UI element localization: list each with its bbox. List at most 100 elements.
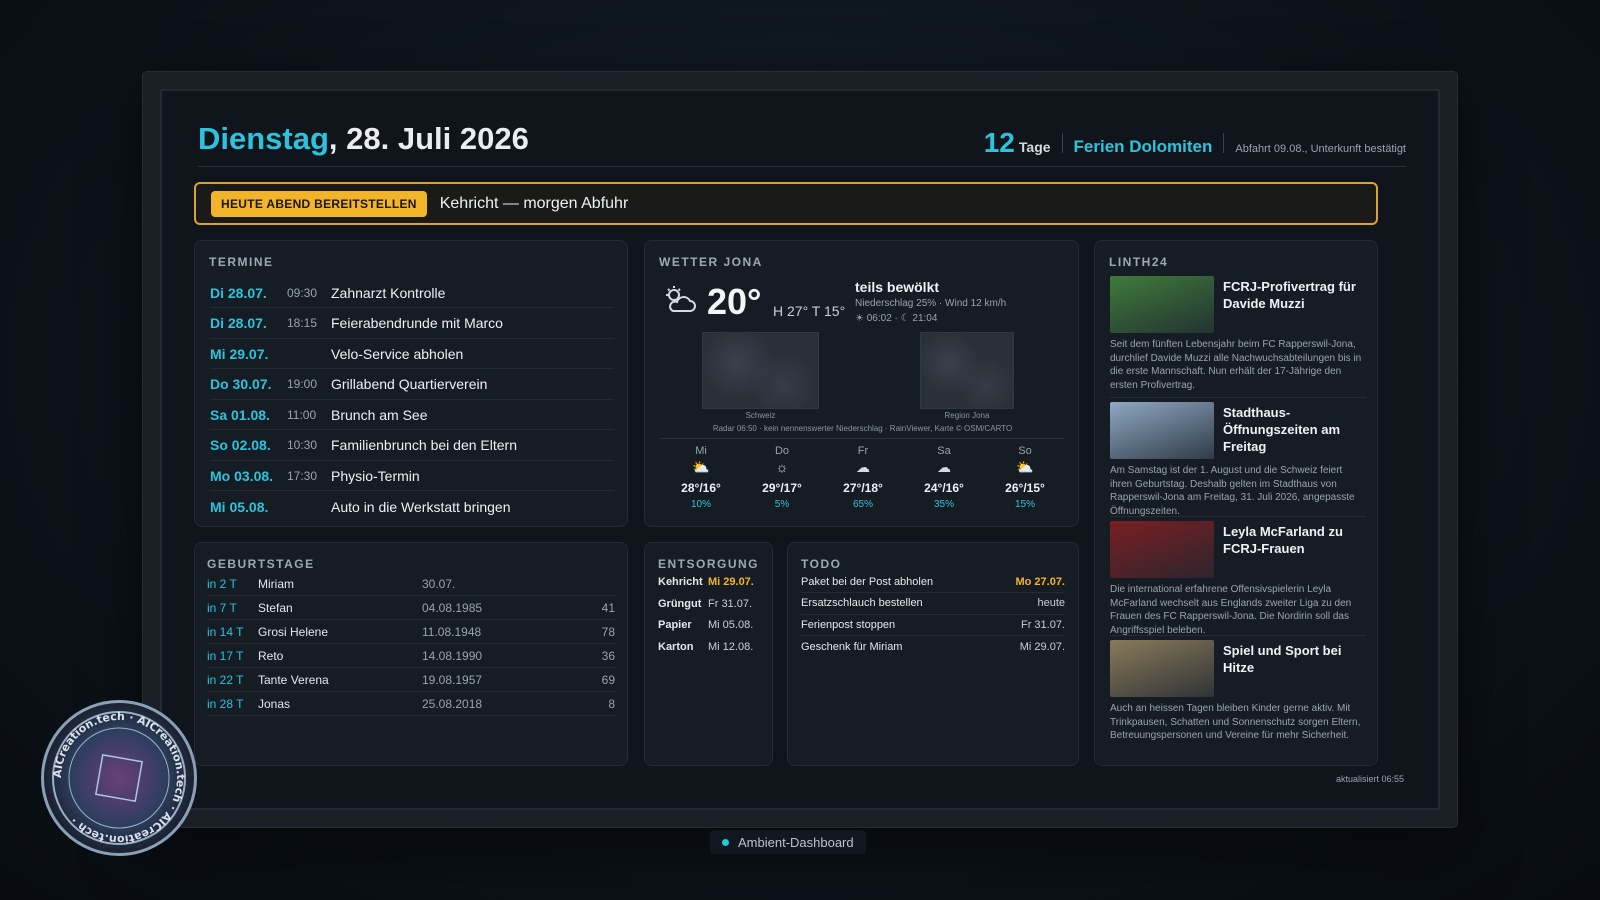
forecast-temp: 28°/16° [681,481,721,495]
event-date: Di 28.07. [210,315,267,331]
list-item: Grüngut Fr 31.07. [658,598,768,610]
birthdays-card: GEBURTSTAGE in 2 T Miriam 30.07. in 7 T Stef… [194,542,628,766]
todo-text: Ferienpost stoppen [801,618,896,631]
person-name: Miriam [258,576,294,591]
weather-icon: ⛅ [1016,459,1034,475]
weather-card: WETTER JONA 20° H 27° T 15° teils bewölk… [644,240,1079,527]
event-time: 17:30 [287,468,318,483]
list-item[interactable]: Mi 29.07. Velo-Service abholen [210,339,614,369]
forecast-day: So ⛅ 26°/15° 15% [993,445,1057,510]
todo-due: Fr 31.07. [1020,618,1065,631]
weather-icon: ☼ [775,459,789,475]
age: 41 [601,600,615,615]
card-title: TERMINE [209,255,274,269]
forecast-day-label: Do [774,445,790,457]
termine-card: TERMINE Di 28.07. 09:30 Zahnarzt Kontrolle… [194,240,628,527]
todo-item[interactable]: Ferienpost stoppen Fr 31.07. [801,614,1065,636]
card-title: TODO [801,557,842,571]
dashboard-screen: Dienstag, 28. Juli 2026 12 Tage Ferien D… [160,89,1440,810]
days-until: in 17 T [207,648,244,663]
list-item[interactable]: Di 28.07. 09:30 Zahnarzt Kontrolle [210,278,614,308]
list-item: in 22 T Tante Verena 19.08.1957 69 [207,668,615,692]
todo-item[interactable]: Paket bei der Post abholen Mo 27.07. [801,571,1065,593]
event-time: 10:30 [287,438,318,452]
age: 78 [601,624,615,639]
event-time: 18:15 [287,316,318,330]
date-text: , 28. Juli 2026 [328,121,529,156]
list-item: in 28 T Jonas 25.08.2018 8 [207,692,615,716]
days-until: in 2 T [207,576,237,591]
list-item[interactable]: Do 30.07. 19:00 Grillabend Quartierverein [210,370,614,400]
disposal-card: ENTSORGUNG Kehricht Mi 29.07. Grüngut Fr 31… [644,542,773,766]
event-date: Sa 01.08. [210,406,270,423]
forecast-temp: 27°/18° [843,481,883,495]
divider [660,438,1064,439]
card-title: GEBURTSTAGE [207,557,315,571]
disposal-type: Papier [658,619,692,631]
age: 8 [608,696,615,711]
forecast-temp: 24°/16° [924,481,964,495]
divider [1061,133,1063,153]
event-title: Brunch am See [331,406,428,423]
event-date: Di 28.07. [210,284,267,301]
high-low: H 27° T 15° [773,303,846,319]
list-item[interactable]: Di 28.07. 18:15 Feierabendrunde mit Marco [210,309,614,339]
forecast-rain: 65% [852,499,873,510]
todo-text: Geschenk für Miriam [801,640,903,653]
list-item[interactable]: Mo 03.08. 17:30 Physio-Termin [210,461,614,491]
news-thumbnail[interactable] [1110,521,1214,578]
radar-map-jona [920,332,1014,409]
disposal-type: Grüngut [658,597,702,610]
list-item: in 17 T Reto 14.08.1990 36 [207,644,615,668]
disposal-date: Mi 05.08. [708,619,754,631]
weather-icon: ☁ [856,459,870,475]
radar-note: Radar 06:50 · kein nennenswerter Nieders… [712,424,1013,433]
news-thumbnail[interactable] [1110,276,1214,333]
news-body: Die international erfahrene Offensivspie… [1110,584,1352,636]
todo-text: Ersatzschlauch bestellen [801,597,923,609]
page-title: Dienstag, 28. Juli 2026 [198,121,529,157]
forecast-rain: 35% [933,499,954,510]
event-date: Mo 03.08. [210,467,274,484]
trip-countdown: 12 Tage Ferien Dolomiten Abfahrt 09.08.,… [984,127,1406,159]
news-thumbnail[interactable] [1110,402,1214,459]
divider [1223,133,1225,153]
disposal-type: Kehricht [658,576,703,588]
list-item: in 2 T Miriam 30.07. [207,572,615,596]
weather-details: Niederschlag 25% · Wind 12 km/h [855,298,1007,309]
radar-caption: Schweiz [745,411,776,420]
todo-due: Mo 27.07. [1015,575,1065,588]
news-title[interactable]: Leyla McFarland zu FCRJ-Frauen [1223,523,1363,557]
forecast-day: Fr ☁ 27°/18° 65% [831,445,895,510]
birth-date: 19.08.1957 [422,672,483,687]
event-title: Velo-Service abholen [331,345,464,362]
age: 36 [601,648,615,663]
header: Dienstag, 28. Juli 2026 12 Tage Ferien D… [198,119,1406,167]
forecast-day-label: Sa [937,445,951,457]
news-body: Seit dem fünften Lebensjahr beim FC Rapp… [1110,339,1362,391]
list-item[interactable]: Mi 05.08. Auto in die Werkstatt bringen [210,492,614,522]
list-item[interactable]: Sa 01.08. 11:00 Brunch am See [210,400,614,430]
radar-map-switzerland [702,332,819,409]
news-thumbnail[interactable] [1110,640,1214,697]
todo-item[interactable]: Geschenk für Miriam Mi 29.07. [801,636,1065,658]
footer-text: Ambient-Dashboard [738,834,854,850]
list-item[interactable]: So 02.08. 10:30 Familienbrunch bei den Elt… [210,431,614,461]
event-title: Feierabendrunde mit Marco [331,315,503,331]
todo-card: TODO Paket bei der Post abholen Mo 27.07.… [787,542,1079,766]
event-title: Auto in die Werkstatt bringen [331,498,511,515]
trip-note: Abfahrt 09.08., Unterkunft bestätigt [1235,143,1406,155]
disposal-date: Fr 31.07. [708,597,753,610]
news-title[interactable]: Spiel und Sport bei Hitze [1223,642,1363,676]
sun-times: ☀ 06:02 · ☾ 21:04 [855,313,938,324]
forecast-rain: 10% [690,499,711,510]
todo-item[interactable]: Ersatzschlauch bestellen heute [801,593,1065,615]
days-until: in 14 T [207,624,244,639]
news-title[interactable]: FCRJ-Profivertrag für Davide Muzzi [1223,278,1363,312]
event-title: Familienbrunch bei den Eltern [331,437,517,453]
divider [1110,635,1366,636]
radar-caption: Region Jona [944,411,990,420]
news-title[interactable]: Stadthaus-Öffnungszeiten am Freitag [1223,404,1363,455]
card-title: WETTER JONA [659,255,763,269]
card-title: ENTSORGUNG [658,557,760,571]
